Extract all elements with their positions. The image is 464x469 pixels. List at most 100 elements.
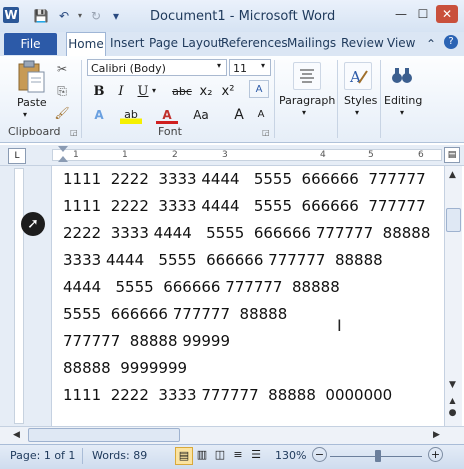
superscript-button[interactable]: x² (219, 83, 237, 101)
ruler-number: 3 (222, 150, 228, 160)
paragraph-button[interactable]: Paragraph (279, 94, 335, 107)
outline-view-icon[interactable]: ≡ (230, 447, 246, 463)
paragraph-icon[interactable] (293, 62, 321, 90)
font-name-dropdown-icon[interactable]: ▾ (217, 61, 221, 70)
editing-button[interactable]: Editing (384, 94, 422, 107)
paste-button-label[interactable]: Paste (17, 96, 47, 109)
tab-file[interactable]: File (4, 33, 57, 55)
cut-icon[interactable]: ✂ (54, 61, 70, 77)
styles-dropdown-icon[interactable]: ▾ (355, 108, 359, 117)
first-line-indent-marker[interactable] (58, 146, 68, 152)
browse-object-icon[interactable]: ● (446, 406, 459, 420)
ruler-number: 1 (73, 150, 79, 160)
page-count[interactable]: Page: 1 of 1 (10, 449, 75, 462)
styles-icon[interactable]: A (344, 62, 372, 90)
tab-view[interactable]: View (387, 36, 415, 50)
text-cursor-icon: I (337, 316, 342, 335)
font-launcher-icon[interactable]: ◲ (262, 128, 270, 137)
view-ruler-icon[interactable]: ▤ (444, 147, 460, 163)
paste-icon[interactable] (16, 60, 46, 94)
vertical-ruler-strip[interactable] (14, 168, 24, 424)
print-layout-view-icon[interactable]: ▤ (175, 447, 193, 465)
font-size-dropdown-icon[interactable]: ▾ (261, 61, 265, 70)
ruler-number: 1 (122, 150, 128, 160)
word-logo-icon[interactable]: W (3, 7, 19, 23)
group-separator (81, 60, 82, 138)
styles-button[interactable]: Styles (344, 94, 377, 107)
paste-dropdown-icon[interactable]: ▾ (23, 110, 27, 119)
document-line[interactable]: 4444 5555 666666 777777 88888 (63, 278, 340, 296)
undo-dropdown-icon[interactable]: ▾ (72, 8, 88, 24)
ruler-strip[interactable] (52, 149, 442, 161)
group-separator (274, 60, 275, 138)
ruler-number: 6 (418, 150, 424, 160)
help-icon[interactable]: ? (444, 35, 458, 49)
zoom-out-button[interactable]: − (312, 447, 327, 462)
scroll-right-icon[interactable]: ▶ (430, 428, 443, 442)
document-line[interactable]: 2222 3333 4444 5555 666666 777777 88888 (63, 224, 430, 242)
clipboard-launcher-icon[interactable]: ◲ (70, 128, 78, 137)
undo-icon[interactable]: ↶ (56, 8, 72, 24)
zoom-level[interactable]: 130% (275, 449, 306, 462)
tab-selector[interactable]: L (8, 148, 26, 164)
bold-button[interactable]: B (90, 83, 108, 101)
full-screen-reading-icon[interactable]: ▥ (194, 447, 210, 463)
word-count[interactable]: Words: 89 (92, 449, 147, 462)
close-button[interactable]: ✕ (436, 5, 458, 23)
scroll-down-icon[interactable]: ▼ (446, 378, 459, 392)
horizontal-scroll-thumb[interactable] (28, 428, 180, 442)
navigation-cursor-icon: ➚ (21, 212, 45, 236)
hanging-indent-marker[interactable] (58, 156, 68, 162)
change-case-button[interactable]: Aa (190, 106, 212, 124)
italic-button[interactable]: I (112, 83, 130, 101)
document-line[interactable]: 1111 2222 3333 4444 5555 666666 777777 (63, 170, 426, 188)
paragraph-dropdown-icon[interactable]: ▾ (302, 108, 306, 117)
tab-review[interactable]: Review (341, 36, 384, 50)
document-line[interactable]: 1111 2222 3333 4444 5555 666666 777777 (63, 197, 426, 215)
strikethrough-button[interactable]: abc (170, 83, 194, 101)
ruler-number: 4 (320, 150, 326, 160)
collapse-ribbon-icon[interactable]: ⌃ (426, 37, 436, 51)
binoculars-icon[interactable] (388, 62, 416, 90)
subscript-button[interactable]: x₂ (197, 83, 215, 101)
tab-references[interactable]: References (221, 36, 288, 50)
tab-mailings[interactable]: Mailings (287, 36, 336, 50)
minimize-button[interactable]: — (390, 5, 412, 23)
window-title: Document1 - Microsoft Word (150, 9, 336, 24)
text-effects-button[interactable]: A (88, 106, 110, 124)
format-painter-icon[interactable]: 🖌 (54, 105, 70, 121)
redo-icon[interactable]: ↻ (88, 8, 104, 24)
maximize-button[interactable]: ☐ (412, 5, 434, 23)
zoom-in-button[interactable]: + (428, 447, 443, 462)
copy-icon[interactable]: ⎘ (54, 83, 70, 99)
tab-home[interactable]: Home (66, 32, 106, 57)
font-color-button[interactable]: A (156, 106, 178, 124)
document-page[interactable]: 1111 2222 3333 4444 5555 666666 777777 1… (52, 166, 444, 426)
document-line[interactable]: 777777 88888 99999 (63, 332, 230, 350)
editing-dropdown-icon[interactable]: ▾ (400, 108, 404, 117)
group-separator (380, 60, 381, 138)
font-group-label: Font (158, 125, 182, 138)
draft-view-icon[interactable]: ☰ (248, 447, 264, 463)
underline-button[interactable]: U (134, 83, 152, 101)
font-name-field[interactable]: Calibri (Body) (87, 59, 227, 76)
zoom-slider-thumb[interactable] (375, 450, 381, 462)
document-line[interactable]: 5555 666666 777777 88888 (63, 305, 287, 323)
grow-font-button[interactable]: A (228, 106, 250, 124)
document-line[interactable]: 3333 4444 5555 666666 777777 88888 (63, 251, 383, 269)
shrink-font-button[interactable]: A (250, 106, 272, 124)
scroll-up-icon[interactable]: ▲ (446, 168, 459, 182)
customize-qat-icon[interactable]: ▾ (108, 8, 124, 24)
tab-insert[interactable]: Insert (110, 36, 144, 50)
highlight-button[interactable]: ab (120, 106, 142, 124)
document-line[interactable]: 1111 2222 3333 777777 88888 0000000 (63, 386, 392, 404)
document-line[interactable]: 88888 9999999 (63, 359, 187, 377)
status-separator (82, 448, 83, 464)
save-icon[interactable]: 💾 (33, 8, 49, 24)
clear-formatting-button[interactable]: A (249, 80, 269, 98)
underline-dropdown-icon[interactable]: ▾ (152, 86, 156, 95)
web-layout-icon[interactable]: ◫ (212, 447, 228, 463)
tab-page-layout[interactable]: Page Layout (149, 36, 223, 50)
vertical-scroll-thumb[interactable] (446, 208, 461, 232)
scroll-left-icon[interactable]: ◀ (10, 428, 23, 442)
